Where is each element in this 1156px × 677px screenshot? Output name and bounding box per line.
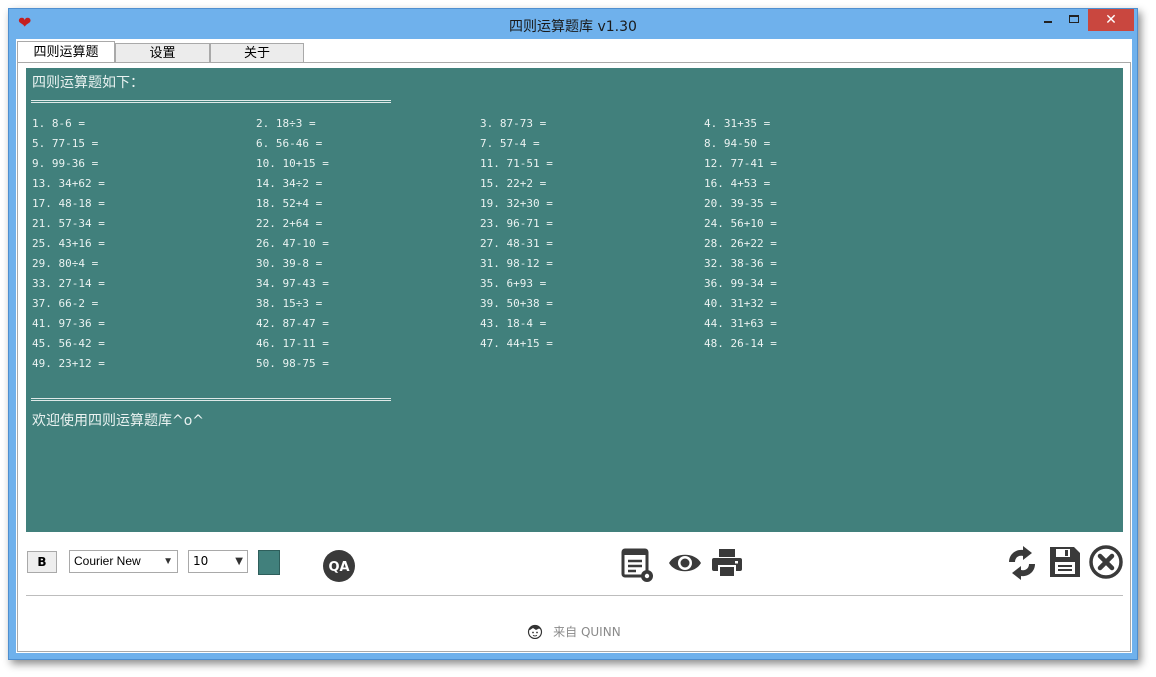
problem-item: 11. 71-51 = — [480, 157, 553, 170]
problem-item: 8. 94-50 = — [704, 137, 771, 150]
problem-item: 43. 18-4 = — [480, 317, 547, 330]
chevron-down-icon: ▼ — [235, 556, 243, 567]
problem-item: 23. 96-71 = — [480, 217, 553, 230]
tab-problems[interactable]: 四则运算题 — [17, 41, 115, 63]
problem-item: 47. 44+15 = — [480, 337, 553, 350]
problem-item: 35. 6+93 = — [480, 277, 547, 290]
problem-item: 22. 2+64 = — [256, 217, 323, 230]
problem-item: 14. 34÷2 = — [256, 177, 323, 190]
output-header: 四则运算题如下： — [32, 75, 144, 91]
problem-item: 19. 32+30 = — [480, 197, 553, 210]
close-window-button[interactable]: ✕ — [1088, 9, 1134, 31]
problem-item: 15. 22+2 = — [480, 177, 547, 190]
problem-item: 48. 26-14 = — [704, 337, 777, 350]
problem-item: 7. 57-4 = — [480, 137, 540, 150]
problem-item: 50. 98-75 = — [256, 357, 329, 370]
eye-icon[interactable] — [668, 549, 702, 577]
problem-item: 44. 31+63 = — [704, 317, 777, 330]
problem-item: 18. 52+4 = — [256, 197, 323, 210]
problem-item: 17. 48-18 = — [32, 197, 105, 210]
chevron-down-icon: ▼ — [163, 556, 173, 567]
problem-item: 9. 99-36 = — [32, 157, 99, 170]
font-family-select[interactable]: Courier New ▼ — [69, 550, 178, 573]
problem-item: 37. 66-2 = — [32, 297, 99, 310]
close-icon: ✕ — [1105, 12, 1117, 28]
separator-bottom — [31, 398, 391, 401]
problem-item: 30. 39-8 = — [256, 257, 323, 270]
problem-item: 49. 23+12 = — [32, 357, 105, 370]
problem-item: 12. 77-41 = — [704, 157, 777, 170]
app-window: ❤ 四则运算题库 v1.30 ✕ 四则运算题 设置 关于 四则运算题如下： 1.… — [8, 8, 1138, 660]
welcome-message: 欢迎使用四则运算题库^o^ — [32, 413, 205, 429]
problem-item: 38. 15÷3 = — [256, 297, 323, 310]
footer-divider — [26, 595, 1123, 596]
problem-item: 42. 87-47 = — [256, 317, 329, 330]
problem-item: 32. 38-36 = — [704, 257, 777, 270]
problem-item: 16. 4+53 = — [704, 177, 771, 190]
save-icon[interactable] — [1048, 545, 1082, 579]
problem-item: 20. 39-35 = — [704, 197, 777, 210]
background-color-swatch[interactable] — [258, 550, 280, 575]
font-size-value: 10 — [193, 554, 209, 568]
problem-grid: 1. 8-6 = 2. 18÷3 = 3. 87-73 = 4. 31+35 = 5. … — [32, 114, 832, 374]
problem-item: 31. 98-12 = — [480, 257, 553, 270]
tab-about[interactable]: 关于 — [210, 43, 304, 63]
problem-item: 5. 77-15 = — [32, 137, 99, 150]
separator-top — [31, 100, 391, 103]
problem-item: 40. 31+32 = — [704, 297, 777, 310]
refresh-icon[interactable] — [1005, 545, 1039, 581]
window-title: 四则运算题库 v1.30 — [509, 19, 637, 35]
avatar-face-icon — [528, 624, 543, 639]
font-size-select[interactable]: 10 ▼ — [188, 550, 248, 573]
font-family-value: Courier New — [74, 554, 141, 568]
problem-item: 25. 43+16 = — [32, 237, 105, 250]
qa-icon[interactable]: QA — [322, 549, 356, 583]
problem-item: 10. 10+15 = — [256, 157, 329, 170]
tab-pane-problems: 四则运算题如下： 1. 8-6 = 2. 18÷3 = 3. 87-73 = 4. 3… — [17, 62, 1131, 652]
minimize-button[interactable] — [1036, 9, 1060, 31]
close-circle-icon[interactable] — [1089, 545, 1123, 579]
tab-strip: 四则运算题 设置 关于 — [17, 41, 304, 63]
problem-item: 27. 48-31 = — [480, 237, 553, 250]
problem-item: 21. 57-34 = — [32, 217, 105, 230]
problem-item: 28. 26+22 = — [704, 237, 777, 250]
client-area: 四则运算题 设置 关于 四则运算题如下： 1. 8-6 = 2. 18÷3 = 3.… — [16, 39, 1132, 653]
problem-item: 24. 56+10 = — [704, 217, 777, 230]
problem-item: 4. 31+35 = — [704, 117, 771, 130]
bold-button[interactable]: B — [27, 551, 57, 573]
format-toolbar: B Courier New ▼ 10 ▼ QA — [18, 541, 1130, 583]
problem-item: 29. 80÷4 = — [32, 257, 99, 270]
footer-credit: 来自 QUINN — [18, 623, 1130, 640]
problem-item: 1. 8-6 = — [32, 117, 85, 130]
printer-icon[interactable] — [711, 547, 743, 579]
problem-item: 46. 17-11 = — [256, 337, 329, 350]
minimize-icon — [1044, 21, 1052, 23]
footer-text: 来自 QUINN — [553, 625, 621, 639]
problem-item: 41. 97-36 = — [32, 317, 105, 330]
settings-document-icon[interactable] — [621, 547, 655, 583]
problem-item: 6. 56-46 = — [256, 137, 323, 150]
problem-item: 45. 56-42 = — [32, 337, 105, 350]
title-bar[interactable]: ❤ 四则运算题库 v1.30 ✕ — [9, 9, 1137, 39]
problem-item: 26. 47-10 = — [256, 237, 329, 250]
problem-output[interactable]: 四则运算题如下： 1. 8-6 = 2. 18÷3 = 3. 87-73 = 4. 3… — [26, 68, 1123, 532]
problem-item: 33. 27-14 = — [32, 277, 105, 290]
problem-item: 39. 50+38 = — [480, 297, 553, 310]
problem-item: 2. 18÷3 = — [256, 117, 316, 130]
maximize-button[interactable] — [1062, 9, 1086, 31]
svg-text:QA: QA — [328, 560, 349, 575]
maximize-icon — [1069, 15, 1079, 23]
problem-item: 36. 99-34 = — [704, 277, 777, 290]
problem-item: 34. 97-43 = — [256, 277, 329, 290]
problem-item: 3. 87-73 = — [480, 117, 547, 130]
problem-item: 13. 34+62 = — [32, 177, 105, 190]
tab-settings[interactable]: 设置 — [115, 43, 210, 63]
